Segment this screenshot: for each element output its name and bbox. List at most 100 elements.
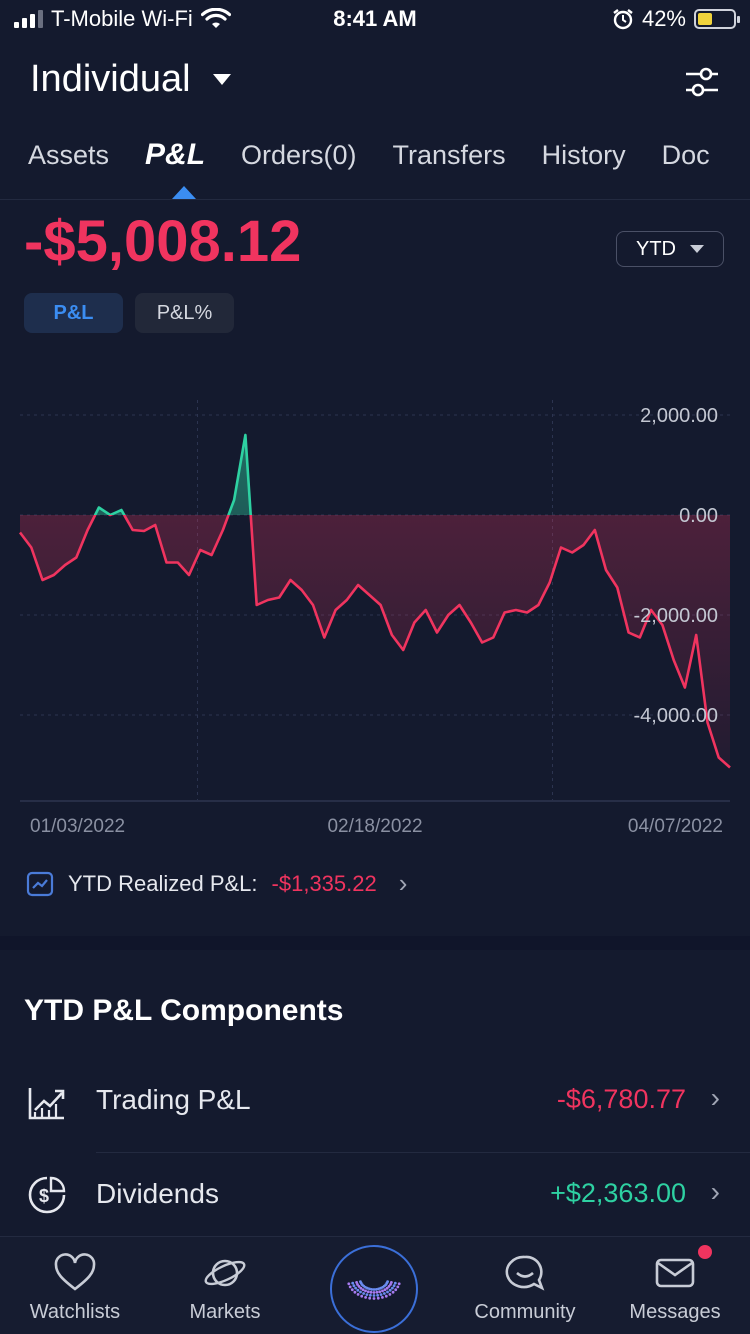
account-header: Individual: [30, 58, 720, 118]
status-bar: T-Mobile Wi-Fi 8:41 AM 42%: [0, 0, 750, 40]
report-icon: [26, 871, 54, 896]
component-label: Trading P&L: [96, 1084, 251, 1115]
logo-dot: [391, 1290, 395, 1294]
realized-value: -$1,335.22: [271, 870, 377, 896]
components-title: YTD P&L Components: [24, 994, 344, 1027]
component-value: -$6,780.77: [556, 1084, 686, 1114]
tab-history[interactable]: History: [542, 140, 626, 174]
nav-community[interactable]: Community: [450, 1237, 600, 1334]
logo-dot: [360, 1294, 364, 1298]
logo-dot: [350, 1288, 354, 1292]
status-right: 42%: [612, 6, 740, 32]
nav-markets[interactable]: Markets: [150, 1237, 300, 1334]
logo-dot: [365, 1293, 369, 1296]
ytd-realized-row[interactable]: YTD Realized P&L: -$1,335.22 ›: [26, 868, 407, 899]
row-divider: [96, 1152, 750, 1153]
tab-assets[interactable]: Assets: [28, 140, 109, 174]
logo-dot: [361, 1288, 365, 1292]
component-value: +$2,363.00: [550, 1178, 686, 1208]
filter-settings-icon[interactable]: [684, 64, 720, 100]
nav-label: Messages: [629, 1301, 721, 1323]
component-row-trading[interactable]: Trading P&L -$6,780.77 ›: [0, 1060, 750, 1154]
component-row-dividends[interactable]: $ Dividends +$2,363.00 ›: [0, 1154, 750, 1248]
logo-dot: [372, 1297, 376, 1300]
period-label: YTD: [636, 237, 676, 260]
logo-dot: [381, 1289, 384, 1293]
chevron-right-icon: ›: [710, 1082, 720, 1113]
component-label: Dividends: [96, 1178, 219, 1209]
notification-badge: [698, 1245, 712, 1259]
tab-doc[interactable]: Doc: [662, 140, 710, 174]
nav-label: Watchlists: [29, 1301, 121, 1323]
logo-dot: [388, 1293, 392, 1296]
y-tick-label: -2,000.00: [633, 605, 718, 627]
logo-dot: [392, 1284, 396, 1288]
bottom-nav: Watchlists Markets Community Messages: [0, 1236, 750, 1334]
logo-dot: [397, 1282, 401, 1286]
smile-logo-icon: [347, 1280, 401, 1300]
logo-dot: [356, 1288, 360, 1292]
nav-watchlists[interactable]: Watchlists: [0, 1237, 150, 1334]
nav-label: Markets: [189, 1301, 261, 1323]
y-tick-label: 0.00: [679, 505, 718, 527]
logo-dot: [364, 1289, 367, 1293]
logo-dot: [388, 1288, 392, 1292]
realized-label: YTD Realized P&L:: [68, 870, 258, 896]
center-action-button[interactable]: [330, 1245, 418, 1333]
account-selector[interactable]: Individual: [30, 58, 720, 101]
logo-dot: [353, 1290, 357, 1294]
account-name: Individual: [30, 58, 191, 100]
battery-icon: [694, 9, 740, 29]
caret-down-icon: [690, 245, 704, 253]
logo-dot: [354, 1286, 357, 1290]
logo-dot: [372, 1294, 376, 1297]
logo-dot: [381, 1296, 384, 1299]
planet-icon: [204, 1259, 246, 1287]
pnl-chart[interactable]: 2,000.00 0.00 -2,000.00 -4,000.00 01/03/2022…: [0, 390, 750, 840]
nav-label: Community: [474, 1301, 576, 1323]
tab-p-l[interactable]: P&L: [145, 140, 205, 172]
y-tick-label: 2,000.00: [640, 405, 718, 427]
chat-icon: [505, 1255, 545, 1291]
tab-orders-0[interactable]: Orders(0): [241, 140, 357, 174]
logo-dot: [369, 1293, 372, 1297]
logo-dot: [396, 1285, 400, 1289]
logo-dot: [384, 1294, 388, 1298]
dividend-icon: $: [28, 1176, 66, 1214]
logo-dot: [390, 1281, 393, 1284]
pnl-total-value: -$5,008.12: [24, 209, 302, 274]
tab-bar: Assets P&L Orders(0) Transfers History Doc: [0, 140, 750, 200]
logo-dot: [376, 1293, 379, 1297]
nav-messages[interactable]: Messages: [600, 1237, 750, 1334]
pnl-percent-toggle-button[interactable]: P&L%: [135, 293, 234, 333]
y-tick-label: -4,000.00: [633, 705, 718, 727]
logo-dot: [352, 1284, 356, 1288]
section-divider: [0, 936, 750, 950]
logo-dot: [356, 1293, 360, 1296]
chevron-right-icon: ›: [710, 1176, 720, 1207]
caret-down-icon: [212, 74, 231, 85]
pnl-toggle-button[interactable]: P&L: [24, 293, 123, 333]
logo-dot: [347, 1282, 351, 1286]
logo-dot: [351, 1281, 355, 1285]
logo-dot: [368, 1296, 372, 1300]
logo-dot: [366, 1290, 370, 1294]
logo-dot: [393, 1281, 397, 1285]
battery-percent: 42%: [641, 6, 686, 31]
logo-dot: [348, 1285, 352, 1289]
logo-dot: [375, 1290, 379, 1294]
period-selector[interactable]: YTD: [616, 231, 724, 267]
logo-dot: [394, 1288, 398, 1292]
logo-dot: [386, 1290, 389, 1294]
pnl-chart-svg: 2,000.00 0.00 -2,000.00 -4,000.00 01/03/2022…: [18, 400, 731, 837]
logo-dot: [369, 1290, 373, 1294]
chart-up-icon: [28, 1088, 65, 1120]
logo-dot: [378, 1290, 382, 1294]
chevron-right-icon: ›: [398, 868, 408, 898]
logo-dot: [362, 1292, 365, 1295]
logo-dot: [376, 1296, 380, 1300]
tab-transfers[interactable]: Transfers: [393, 140, 506, 174]
alarm-icon: [613, 9, 633, 30]
x-tick-label: 04/07/2022: [628, 816, 723, 837]
logo-dot: [383, 1292, 386, 1295]
